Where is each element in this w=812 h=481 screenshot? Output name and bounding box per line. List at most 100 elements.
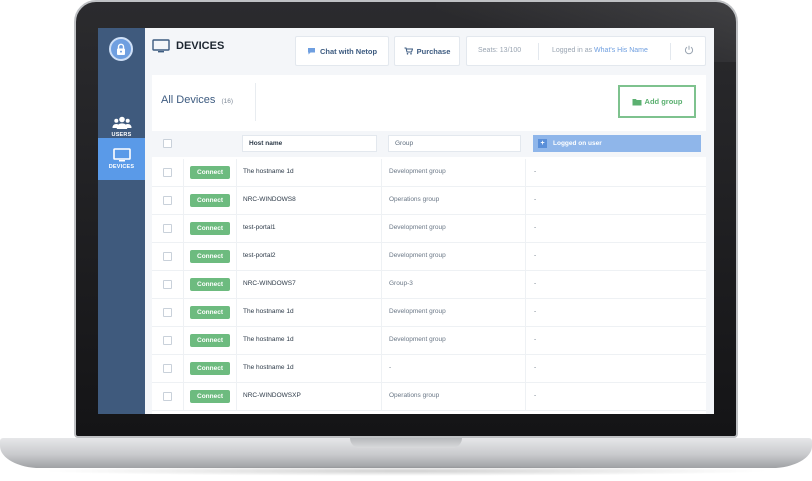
group-cell: Operations group — [389, 196, 440, 203]
host-name-cell[interactable]: The hostname 1d — [243, 336, 294, 343]
column-divider — [381, 327, 382, 355]
chat-button-label: Chat with Netop — [319, 46, 378, 56]
row-checkbox[interactable] — [163, 196, 172, 205]
column-divider — [381, 215, 382, 243]
sidebar: USERS DEVICES — [98, 28, 145, 414]
host-name-cell[interactable]: The hostname 1d — [243, 168, 294, 175]
power-logout-icon[interactable] — [684, 45, 694, 57]
column-divider — [236, 243, 237, 271]
chat-bubble-icon — [307, 48, 315, 55]
connect-button[interactable]: Connect — [190, 390, 230, 403]
sidebar-item-devices[interactable]: DEVICES — [98, 138, 145, 180]
column-divider — [183, 159, 184, 187]
monitor-icon — [112, 148, 131, 162]
logged-user-cell: - — [534, 224, 537, 231]
add-group-button[interactable]: Add group — [618, 85, 696, 118]
connect-button[interactable]: Connect — [190, 166, 230, 179]
column-divider — [525, 327, 526, 355]
connect-button[interactable]: Connect — [190, 250, 230, 263]
row-checkbox[interactable] — [163, 364, 172, 373]
purchase-button[interactable]: Purchase — [394, 36, 460, 66]
lock-logo-icon[interactable] — [109, 37, 133, 61]
host-name-cell[interactable]: The hostname 1d — [243, 308, 294, 315]
user-name-link[interactable]: What's His Name — [594, 47, 648, 54]
column-divider — [525, 271, 526, 299]
connect-button[interactable]: Connect — [190, 194, 230, 207]
column-divider — [183, 187, 184, 215]
logged-user-cell: - — [534, 252, 537, 259]
host-name-cell[interactable]: test-portal2 — [243, 252, 276, 259]
account-status-box: Seats: 13/100 Logged in as What's His Na… — [466, 36, 706, 66]
connect-button[interactable]: Connect — [190, 362, 230, 375]
page-title-wrap: DEVICES — [152, 39, 224, 53]
host-name-cell[interactable]: NRC-WINDOWSXP — [243, 392, 301, 399]
column-divider — [236, 327, 237, 355]
logged-in-prefix: Logged in as — [552, 47, 593, 54]
laptop-notch — [350, 438, 462, 448]
row-checkbox[interactable] — [163, 252, 172, 261]
users-icon — [112, 116, 131, 129]
column-divider — [236, 187, 237, 215]
logged-in-text: Logged in as What's His Name — [552, 47, 648, 54]
row-checkbox[interactable] — [163, 168, 172, 177]
row-checkbox[interactable] — [163, 224, 172, 233]
purchase-button-label: Purchase — [416, 46, 451, 56]
laptop-shadow — [40, 466, 772, 476]
chat-with-netop-button[interactable]: Chat with Netop — [295, 36, 389, 66]
logged-user-cell: - — [534, 168, 537, 175]
column-divider — [525, 355, 526, 383]
column-divider — [183, 355, 184, 383]
table-row: Connect NRC-WINDOWS7 Group-3 - — [152, 271, 706, 299]
host-name-filter[interactable]: Host name — [242, 135, 377, 152]
group-filter[interactable]: Group — [388, 135, 521, 152]
logged-on-user-header[interactable]: + Logged on user — [533, 135, 701, 152]
column-divider — [236, 299, 237, 327]
host-name-cell[interactable]: test-portal1 — [243, 224, 276, 231]
logged-user-cell: - — [534, 336, 537, 343]
connect-button[interactable]: Connect — [190, 306, 230, 319]
divider — [255, 83, 256, 121]
panel-title: All Devices (16) — [161, 94, 233, 106]
connect-button[interactable]: Connect — [190, 222, 230, 235]
table-row: Connect The hostname 1d Development group - — [152, 299, 706, 327]
column-divider — [183, 383, 184, 411]
column-divider — [525, 383, 526, 411]
column-divider — [236, 215, 237, 243]
column-divider — [236, 159, 237, 187]
group-cell: Development group — [389, 224, 446, 231]
table-row: Connect test-portal2 Development group - — [152, 243, 706, 271]
column-divider — [525, 243, 526, 271]
column-divider — [183, 299, 184, 327]
host-name-cell[interactable]: NRC-WINDOWS7 — [243, 280, 296, 287]
page-title: DEVICES — [176, 40, 225, 52]
laptop-base — [0, 438, 812, 468]
seats-count: Seats: 13/100 — [478, 47, 522, 54]
table-row: Connect test-portal1 Development group - — [152, 215, 706, 243]
table-row: Connect The hostname 1d Development group - — [152, 327, 706, 355]
table-row: Connect The hostname 1d Development group - — [152, 159, 706, 187]
add-group-label: Add group — [644, 97, 683, 106]
logged-user-cell: - — [534, 280, 537, 287]
top-bar: DEVICES Chat with Netop Purchase Seats: … — [145, 28, 714, 70]
column-divider — [381, 159, 382, 187]
connect-button[interactable]: Connect — [190, 334, 230, 347]
connect-button[interactable]: Connect — [190, 278, 230, 291]
host-name-cell[interactable]: NRC-WINDOWS8 — [243, 196, 296, 203]
row-checkbox[interactable] — [163, 392, 172, 401]
column-divider — [183, 215, 184, 243]
row-checkbox[interactable] — [163, 336, 172, 345]
table-row: Connect NRC-WINDOWSXP Operations group - — [152, 383, 706, 411]
column-divider — [183, 271, 184, 299]
column-divider — [236, 355, 237, 383]
folder-icon — [632, 98, 642, 105]
sidebar-item-label: DEVICES — [108, 164, 135, 170]
row-checkbox[interactable] — [163, 280, 172, 289]
device-table-body: Connect The hostname 1d Development group -… — [152, 159, 706, 411]
app-screen: USERS DEVICES DEVICES Chat with Netop Pu… — [98, 28, 714, 414]
select-all-checkbox[interactable] — [163, 139, 172, 148]
row-checkbox[interactable] — [163, 308, 172, 317]
host-name-cell[interactable]: The hostname 1d — [243, 364, 294, 371]
group-cell: Development group — [389, 308, 446, 315]
column-divider — [525, 215, 526, 243]
table-header: Host name Group + Logged on user — [152, 131, 706, 157]
